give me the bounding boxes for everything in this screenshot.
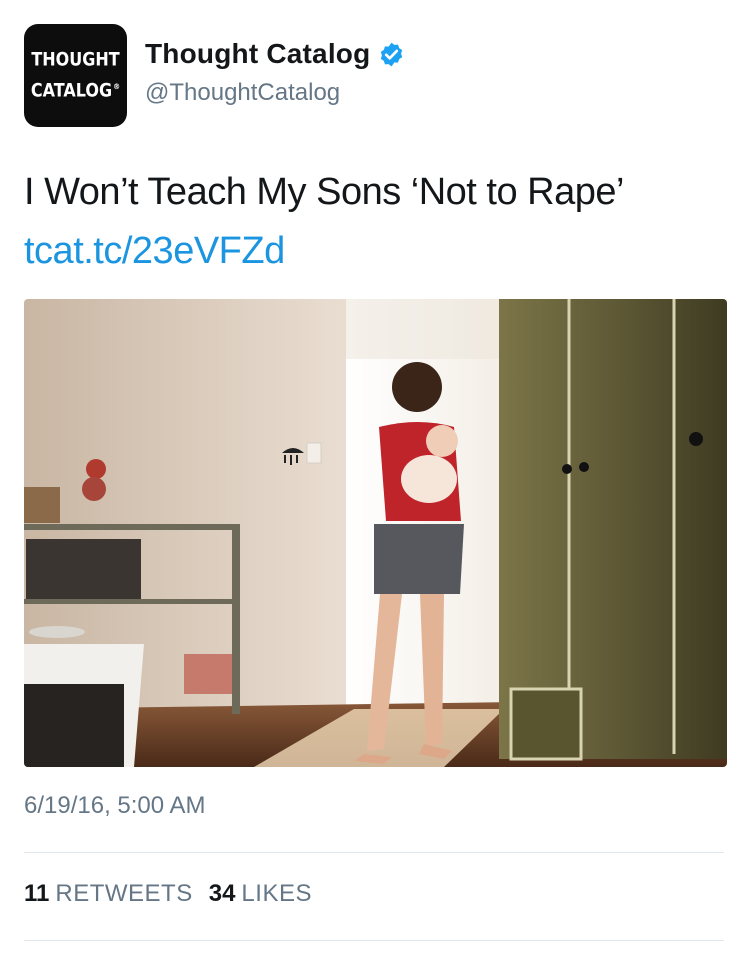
verified-badge-icon: [378, 41, 405, 68]
user-handle[interactable]: @ThoughtCatalog: [145, 79, 340, 107]
tweet-text: I Won’t Teach My Sons ‘Not to Rape’: [24, 171, 624, 213]
tweet-detail: THOUGHT CATALOG® Thought Catalog @Though…: [0, 0, 748, 958]
avatar[interactable]: THOUGHT CATALOG®: [24, 24, 127, 127]
like-count[interactable]: 34: [209, 880, 236, 908]
tweet-photo[interactable]: [24, 299, 727, 767]
avatar-line1: THOUGHT: [31, 48, 120, 71]
photo-illustration: [24, 299, 727, 767]
tweet-link[interactable]: tcat.tc/23eVFZd: [24, 230, 285, 273]
tweet-stats: 11 RETWEETS 34 LIKES: [24, 880, 312, 908]
divider: [24, 940, 724, 941]
tweet-header: THOUGHT CATALOG® Thought Catalog @Though…: [24, 24, 724, 128]
like-label[interactable]: LIKES: [241, 880, 312, 908]
divider: [24, 852, 724, 853]
display-name[interactable]: Thought Catalog: [145, 38, 370, 70]
tweet-timestamp[interactable]: 6/19/16, 5:00 AM: [24, 792, 205, 820]
retweet-count[interactable]: 11: [24, 880, 49, 908]
avatar-line2: CATALOG: [30, 79, 113, 102]
retweet-label[interactable]: RETWEETS: [55, 880, 192, 908]
registered-mark: ®: [113, 82, 121, 92]
